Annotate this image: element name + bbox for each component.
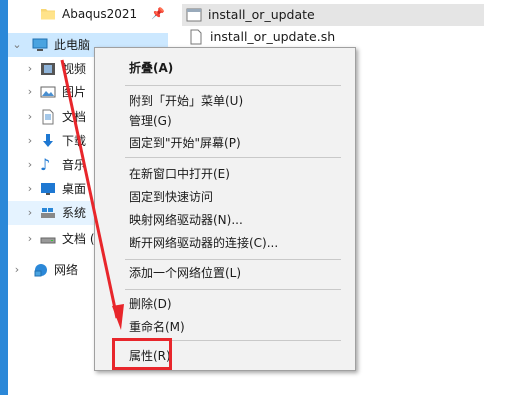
annotation-highlight-box (112, 338, 172, 370)
chevron-right-icon[interactable]: › (24, 177, 36, 201)
nav-label: 桌面 (62, 182, 87, 196)
nav-label: 音乐 (62, 158, 87, 172)
quick-access-item-abaqus2021[interactable]: Abaqus2021 📌 (8, 2, 168, 26)
file-icon (190, 29, 202, 45)
pictures-icon (40, 86, 56, 98)
system-drive-icon (41, 208, 55, 218)
folder-icon (41, 9, 55, 20)
chevron-down-icon[interactable]: ⌄ (11, 33, 23, 57)
drive-icon (40, 237, 56, 244)
window-left-accent (0, 0, 8, 395)
menu-item-delete[interactable]: 删除(D) (129, 293, 172, 315)
chevron-right-icon[interactable]: › (24, 105, 36, 129)
file-name: install_or_update (208, 7, 315, 22)
network-icon (34, 264, 47, 277)
video-icon (41, 63, 55, 75)
menu-item-rename[interactable]: 重命名(M) (129, 316, 185, 338)
menu-item-map-network-drive[interactable]: 映射网络驱动器(N)... (129, 209, 243, 231)
menu-separator (125, 85, 341, 86)
menu-item-add-network-location[interactable]: 添加一个网络位置(L) (129, 262, 241, 284)
nav-label: 此电脑 (54, 38, 91, 52)
music-note-icon: ♪ (40, 155, 51, 174)
nav-label: 文档 ( (62, 232, 95, 246)
menu-item-pin-quick-access[interactable]: 固定到快速访问 (129, 186, 213, 208)
chevron-right-icon[interactable]: › (24, 129, 36, 153)
desktop-icon (41, 183, 55, 195)
chevron-right-icon[interactable]: › (24, 80, 36, 104)
nav-label: 网络 (54, 263, 79, 277)
file-item-install-or-update[interactable]: install_or_update (182, 4, 484, 26)
menu-item-collapse[interactable]: 折叠(A) (129, 57, 173, 79)
nav-label: 系统 (62, 206, 87, 220)
menu-item-open-new-window[interactable]: 在新窗口中打开(E) (129, 163, 230, 185)
pin-icon[interactable]: 📌 (151, 2, 165, 26)
chevron-right-icon[interactable]: › (24, 153, 36, 177)
executable-file-icon (186, 8, 202, 22)
menu-item-pin-to-start[interactable]: 附到「开始」菜单(U) (129, 90, 243, 112)
menu-item-manage[interactable]: 管理(G) (129, 110, 172, 132)
file-name: install_or_update.sh (210, 29, 336, 44)
menu-separator (125, 289, 341, 290)
chevron-right-icon[interactable]: › (24, 57, 36, 81)
menu-item-pin-start-screen[interactable]: 固定到"开始"屏幕(P) (129, 132, 241, 154)
nav-label: 图片 (62, 85, 87, 99)
download-arrow-icon (43, 134, 53, 147)
menu-separator (125, 157, 341, 158)
menu-separator (125, 259, 341, 260)
chevron-right-icon[interactable]: › (11, 258, 23, 282)
chevron-right-icon[interactable]: › (24, 227, 36, 251)
menu-item-disconnect-network-drive[interactable]: 断开网络驱动器的连接(C)... (129, 232, 278, 254)
nav-label: Abaqus2021 (62, 7, 138, 21)
document-icon (42, 109, 54, 125)
chevron-right-icon[interactable]: › (24, 201, 36, 225)
nav-label: 视频 (62, 62, 87, 76)
context-menu: 折叠(A) 附到「开始」菜单(U) 管理(G) 固定到"开始"屏幕(P) 在新窗… (94, 47, 356, 371)
computer-icon (32, 38, 48, 51)
nav-label: 文档 (62, 110, 87, 124)
nav-label: 下载 (62, 134, 87, 148)
